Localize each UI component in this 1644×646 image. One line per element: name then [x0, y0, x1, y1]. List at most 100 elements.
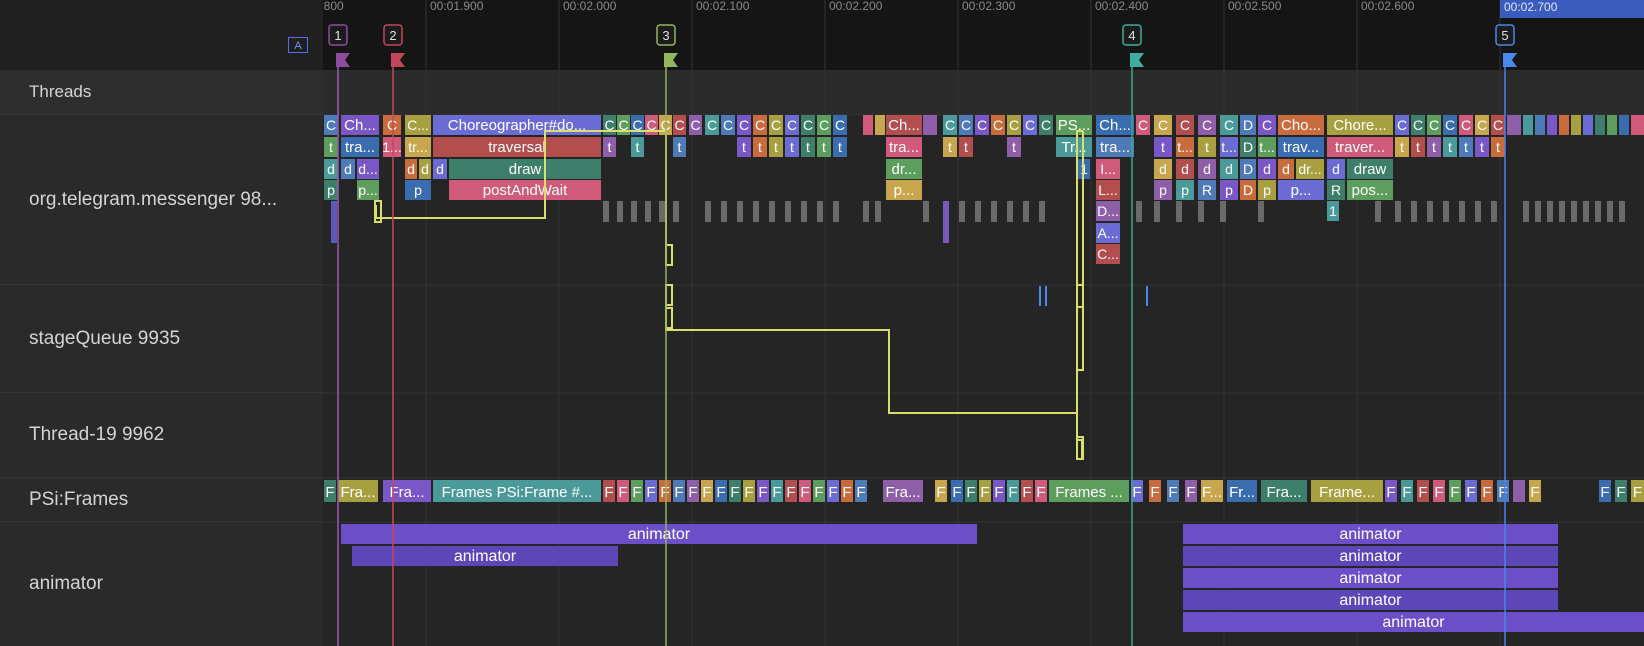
- frame-slice-label: F: [1168, 484, 1177, 501]
- thread-slice-small[interactable]: [1411, 201, 1417, 222]
- thread-slice-small[interactable]: [923, 201, 929, 222]
- thread-slice-small[interactable]: [645, 201, 651, 222]
- thread-slice-small[interactable]: [1607, 201, 1613, 222]
- thread-slice-label: p...: [894, 182, 915, 199]
- flag-marker-number: 1: [334, 28, 341, 43]
- thread-slice-small[interactable]: [1007, 201, 1013, 222]
- thread-slice[interactable]: [1619, 115, 1629, 135]
- thread-slice-label: d: [1332, 161, 1340, 177]
- thread-slice-label: d: [421, 161, 429, 177]
- track-label-stagequeue[interactable]: stageQueue 9935: [0, 285, 323, 393]
- flag-marker-number: 3: [662, 28, 669, 43]
- thread-slice[interactable]: [1571, 115, 1581, 135]
- thread-slice-small[interactable]: [1619, 201, 1625, 222]
- thread-slice[interactable]: [1559, 115, 1569, 135]
- thread-slice[interactable]: [875, 115, 885, 135]
- track-label-threads[interactable]: Threads: [0, 70, 323, 115]
- thread-slice-small[interactable]: [1176, 201, 1182, 222]
- thread-slice-small[interactable]: [875, 201, 881, 222]
- thread-slice-small[interactable]: [1258, 201, 1264, 222]
- frame-slice-label: F: [1022, 484, 1031, 501]
- thread-slice-small[interactable]: [1220, 201, 1226, 222]
- thread-slice-label: draw: [1354, 161, 1387, 178]
- track-label-telegram-process[interactable]: org.telegram.messenger 98...: [0, 115, 323, 285]
- thread-slice-small[interactable]: [659, 201, 665, 222]
- thread-slice[interactable]: [1595, 115, 1605, 135]
- thread-slice-small[interactable]: [1595, 201, 1601, 222]
- thread-slice-label: tra...: [889, 139, 919, 156]
- thread-slice-small[interactable]: [705, 201, 711, 222]
- thread-slice-small[interactable]: [1559, 201, 1565, 222]
- thread-slice-small[interactable]: [769, 201, 775, 222]
- thread-slice[interactable]: [1583, 115, 1593, 135]
- timeline-canvas[interactable]: 01.800 00:01.900 00:02.000 00:02.100 00:02.2…: [323, 0, 1644, 646]
- stagequeue-slice[interactable]: [1045, 286, 1047, 306]
- thread-slice-small[interactable]: [1491, 201, 1497, 222]
- thread-slice-small[interactable]: [975, 201, 981, 222]
- thread-slice[interactable]: [923, 115, 937, 135]
- thread-slice-label: C: [1262, 117, 1272, 133]
- thread-slice[interactable]: [1631, 115, 1644, 135]
- thread-slice[interactable]: [1523, 115, 1533, 135]
- thread-slice-small[interactable]: [1198, 201, 1204, 222]
- animator-slice-label: animator: [1339, 592, 1402, 609]
- track-label-thread-19[interactable]: Thread-19 9962: [0, 393, 323, 478]
- ruler-tick-label: 00:02.200: [829, 0, 883, 13]
- thread-slice-small[interactable]: [1427, 201, 1433, 222]
- thread-slice-small[interactable]: [603, 201, 609, 222]
- frame-slice-label: F: [618, 484, 627, 501]
- thread-slice-small[interactable]: [737, 201, 743, 222]
- thread-slice[interactable]: [1547, 115, 1557, 135]
- thread-slice-label: R: [1202, 182, 1212, 198]
- frame-slice-label: F: [688, 484, 697, 501]
- thread-slice-small[interactable]: [833, 201, 839, 222]
- thread-slice-small[interactable]: [1475, 201, 1481, 222]
- thread-slice-small[interactable]: [1535, 201, 1541, 222]
- thread-slice-small[interactable]: [1547, 201, 1553, 222]
- thread-slice-small[interactable]: [1023, 201, 1029, 222]
- thread-slice-small[interactable]: [1571, 201, 1577, 222]
- thread-slice[interactable]: [1607, 115, 1617, 135]
- timeline-area[interactable]: 01.800 00:01.900 00:02.000 00:02.100 00:02.2…: [323, 0, 1644, 646]
- thread-slice-small[interactable]: [943, 201, 949, 243]
- thread-slice-label: t: [790, 139, 794, 155]
- stagequeue-slice[interactable]: [1039, 286, 1041, 306]
- track-label-psi-frames[interactable]: PSi:Frames: [0, 478, 323, 522]
- thread-slice-label: d...: [358, 161, 377, 177]
- stagequeue-slice[interactable]: [1146, 286, 1148, 306]
- frame-slice-label: F: [1498, 484, 1507, 501]
- thread-slice-small[interactable]: [617, 201, 623, 222]
- frame-slice-label: Fra...: [340, 484, 375, 501]
- frame-slice[interactable]: [1513, 480, 1525, 502]
- thread-slice-small[interactable]: [721, 201, 727, 222]
- thread-slice-small[interactable]: [1583, 201, 1589, 222]
- thread-slice-label: d: [407, 161, 415, 177]
- thread-slice-small[interactable]: [1039, 201, 1045, 222]
- frame-slice-label: F: [1418, 484, 1427, 501]
- thread-slice-small[interactable]: [1136, 201, 1142, 222]
- track-label-animator[interactable]: animator: [0, 522, 323, 646]
- thread-slice-small[interactable]: [785, 201, 791, 222]
- area-marker-a-button[interactable]: A: [288, 37, 308, 53]
- thread-slice-small[interactable]: [631, 201, 637, 222]
- thread-slice-small[interactable]: [801, 201, 807, 222]
- thread-slice[interactable]: [1507, 115, 1521, 135]
- thread-slice-small[interactable]: [863, 201, 869, 222]
- thread-slice[interactable]: [1535, 115, 1545, 135]
- thread-slice-small[interactable]: [959, 201, 965, 222]
- thread-slice-small[interactable]: [1443, 201, 1449, 222]
- thread-slice-small[interactable]: [1375, 201, 1381, 222]
- thread-slice-small[interactable]: [1459, 201, 1465, 222]
- animator-slice-label: animator: [454, 548, 517, 565]
- thread-slice[interactable]: [863, 115, 873, 135]
- thread-slice-small[interactable]: [991, 201, 997, 222]
- frame-slice-label: F: [660, 484, 669, 501]
- thread-slice-small[interactable]: [1523, 201, 1529, 222]
- thread-slice-small[interactable]: [331, 201, 337, 243]
- thread-slice-small[interactable]: [753, 201, 759, 222]
- thread-slice-small[interactable]: [673, 201, 679, 222]
- thread-slice-label: tr...: [408, 139, 427, 155]
- thread-slice-small[interactable]: [817, 201, 823, 222]
- thread-slice-small[interactable]: [1154, 201, 1160, 222]
- thread-slice-small[interactable]: [1395, 201, 1401, 222]
